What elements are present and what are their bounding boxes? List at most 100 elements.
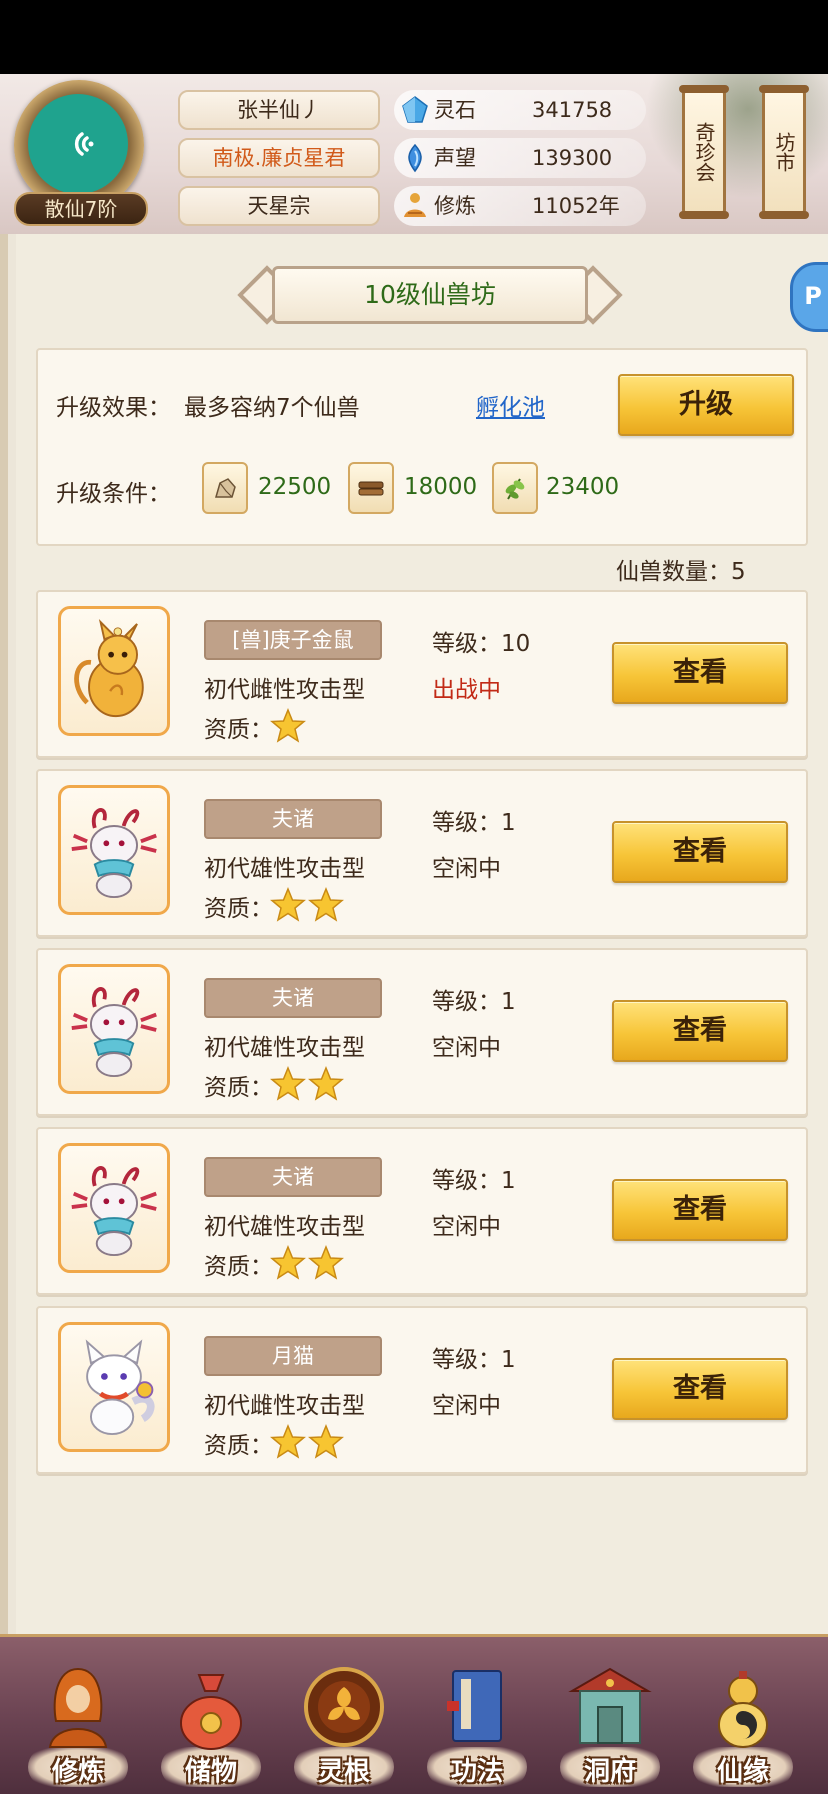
nav-label: 洞府 — [583, 1757, 636, 1787]
resource-label: 灵石 — [434, 98, 476, 122]
resource-cultivation: 修炼 11052年 — [394, 186, 646, 226]
beast-portrait[interactable] — [58, 964, 170, 1094]
status-bar — [0, 0, 828, 74]
reputation-icon — [408, 143, 422, 173]
player-title[interactable]: 南极.廉贞星君 — [178, 138, 380, 178]
player-sect[interactable]: 天星宗 — [178, 186, 380, 226]
beast-quality-stars — [270, 1066, 344, 1104]
market-label: 坊市 — [772, 132, 796, 172]
beast-level: 等级：1 — [432, 810, 516, 836]
resource-label: 声望 — [434, 146, 476, 170]
beast-quality-stars — [270, 708, 306, 746]
beast-quality-label: 资质： — [204, 1254, 273, 1280]
beast-status: 空闲中 — [432, 1393, 501, 1419]
beast-status: 出战中 — [432, 677, 501, 703]
beast-house-panel: 10级仙兽坊 P 升级效果： 最多容纳7个仙兽 孵化池 升级 升级条件： 225… — [0, 234, 828, 1634]
star-icon — [270, 887, 306, 922]
nav-label: 修炼 — [51, 1757, 104, 1787]
view-beast-button[interactable]: 查看 — [612, 1358, 788, 1420]
beast-status: 空闲中 — [432, 1214, 501, 1240]
nav-item-cave-house[interactable]: 洞府 — [550, 1647, 670, 1793]
view-beast-button[interactable]: 查看 — [612, 1000, 788, 1062]
nav-item-book[interactable]: 功法 — [417, 1647, 537, 1793]
beast-count: 仙兽数量：5 — [616, 559, 746, 585]
beast-quality-stars — [270, 887, 344, 925]
side-menu-icon[interactable]: P — [790, 262, 828, 332]
herb-icon — [492, 462, 538, 514]
market-button[interactable]: 坊市 — [759, 85, 809, 219]
beast-portrait[interactable] — [58, 606, 170, 736]
resource-value: 341758 — [532, 98, 613, 122]
beast-card: 月猫 初代雌性攻击型 资质： 等级：1 空闲中 查看 — [36, 1306, 808, 1474]
rare-shop-label: 奇珍会 — [692, 122, 716, 182]
star-icon — [308, 1424, 344, 1459]
beast-quality-label: 资质： — [204, 896, 273, 922]
star-icon — [270, 1424, 306, 1459]
beast-quality-label: 资质： — [204, 1433, 273, 1459]
beast-level: 等级：10 — [432, 631, 531, 657]
player-name: 张半仙丿 — [178, 90, 380, 130]
nav-item-bag[interactable]: 储物 — [151, 1647, 271, 1793]
beast-quality-label: 资质： — [204, 1075, 273, 1101]
nav-label: 仙缘 — [716, 1757, 769, 1787]
beast-status: 空闲中 — [432, 856, 501, 882]
material-value: 23400 — [546, 474, 620, 500]
beast-portrait[interactable] — [58, 785, 170, 915]
title-banner: 10级仙兽坊 — [237, 264, 623, 326]
view-beast-button[interactable]: 查看 — [612, 821, 788, 883]
gourd-icon — [701, 1661, 785, 1753]
beast-level: 等级：1 — [432, 1168, 516, 1194]
beast-quality-label: 资质： — [204, 717, 273, 743]
rank-badge: 散仙7阶 — [14, 192, 148, 226]
nav-label: 灵根 — [317, 1757, 370, 1787]
beast-name: 夫诸 — [204, 799, 382, 839]
beast-portrait[interactable] — [58, 1143, 170, 1273]
spirit-root-icon — [302, 1661, 386, 1753]
beast-name: 夫诸 — [204, 1157, 382, 1197]
star-icon — [270, 1245, 306, 1280]
beast-card: 夫诸初代雄性攻击型 资质： 等级：1 空闲中 查看 — [36, 769, 808, 937]
upgrade-effect-label: 升级效果： — [56, 395, 171, 421]
cave-house-icon — [568, 1661, 652, 1753]
upgrade-condition-label: 升级条件： — [56, 481, 171, 507]
star-icon — [270, 1066, 306, 1101]
beast-name: [兽]庚子金鼠 — [204, 620, 382, 660]
beast-quality-stars — [270, 1245, 344, 1283]
panel-body: 10级仙兽坊 P 升级效果： 最多容纳7个仙兽 孵化池 升级 升级条件： 225… — [16, 234, 828, 1634]
nav-item-monk[interactable]: 修炼 — [18, 1647, 138, 1793]
spirit-stone-icon — [402, 96, 428, 123]
upgrade-button[interactable]: 升级 — [618, 374, 794, 436]
beast-card: 夫诸初代雄性攻击型 资质： 等级：1 空闲中 查看 — [36, 1127, 808, 1295]
star-icon — [308, 1066, 344, 1101]
rare-shop-button[interactable]: 奇珍会 — [679, 85, 729, 219]
player-header: 散仙7阶 张半仙丿 南极.廉贞星君 天星宗 灵石 341758 声望 13930… — [0, 74, 828, 234]
nav-item-spirit-root[interactable]: 灵根 — [284, 1647, 404, 1793]
beast-type: 初代雌性攻击型 — [204, 677, 365, 703]
beast-level: 等级：1 — [432, 989, 516, 1015]
beast-name: 月猫 — [204, 1336, 382, 1376]
star-icon — [270, 708, 306, 743]
beast-type: 初代雄性攻击型 — [204, 1214, 365, 1240]
beast-name: 夫诸 — [204, 978, 382, 1018]
view-beast-button[interactable]: 查看 — [612, 642, 788, 704]
view-beast-button[interactable]: 查看 — [612, 1179, 788, 1241]
beast-quality-stars — [270, 1424, 344, 1462]
resource-value: 11052年 — [532, 194, 620, 218]
resource-label: 修炼 — [434, 194, 476, 218]
signal-icon — [74, 132, 94, 156]
material-value: 22500 — [258, 474, 332, 500]
beast-type: 初代雄性攻击型 — [204, 1035, 365, 1061]
bottom-nav: 修炼 储物 灵根 功法 洞府 仙缘 — [0, 1634, 828, 1794]
nav-label: 储物 — [184, 1757, 237, 1787]
wood-icon — [348, 462, 394, 514]
star-icon — [308, 1245, 344, 1280]
beast-level: 等级：1 — [432, 1347, 516, 1373]
upgrade-section: 升级效果： 最多容纳7个仙兽 孵化池 升级 升级条件： 22500 18000 — [36, 348, 808, 546]
avatar[interactable] — [14, 80, 144, 210]
hatch-pool-link[interactable]: 孵化池 — [476, 388, 545, 422]
nav-item-gourd[interactable]: 仙缘 — [683, 1647, 803, 1793]
beast-portrait[interactable] — [58, 1322, 170, 1452]
material-value: 18000 — [404, 474, 478, 500]
beast-type: 初代雄性攻击型 — [204, 856, 365, 882]
beast-card: 夫诸 初代雄性攻击型 资质： 等级：1 空闲中 查看 — [36, 948, 808, 1116]
